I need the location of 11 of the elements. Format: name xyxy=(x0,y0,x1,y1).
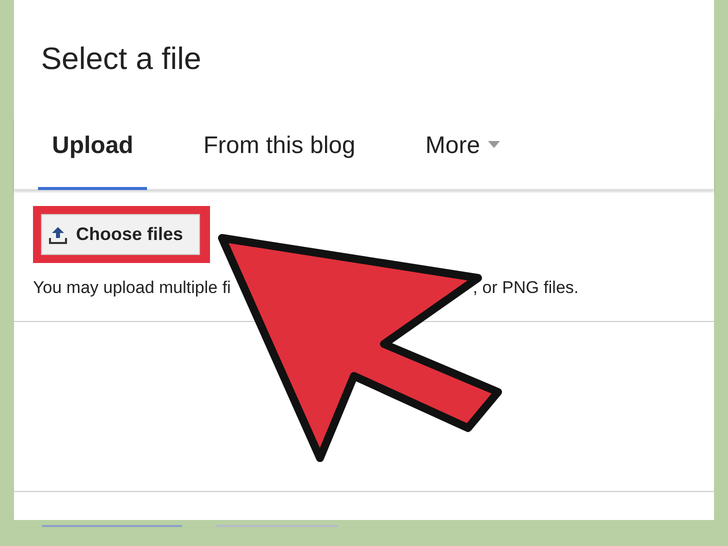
button-top-edge[interactable] xyxy=(216,525,338,527)
upload-note: , or PNG files. xyxy=(472,277,579,299)
choose-files-button[interactable]: Choose files xyxy=(41,214,200,255)
upload-icon xyxy=(48,224,68,244)
tab[interactable]: Upload xyxy=(38,118,148,190)
tab[interactable]: More xyxy=(411,118,514,190)
button-top-edge[interactable] xyxy=(42,525,182,527)
upload-note: You may upload multiple fi xyxy=(33,277,231,299)
dialog-title: Select a file xyxy=(40,40,202,78)
tab[interactable]: From this blog xyxy=(189,118,370,190)
caret-icon xyxy=(488,141,500,148)
